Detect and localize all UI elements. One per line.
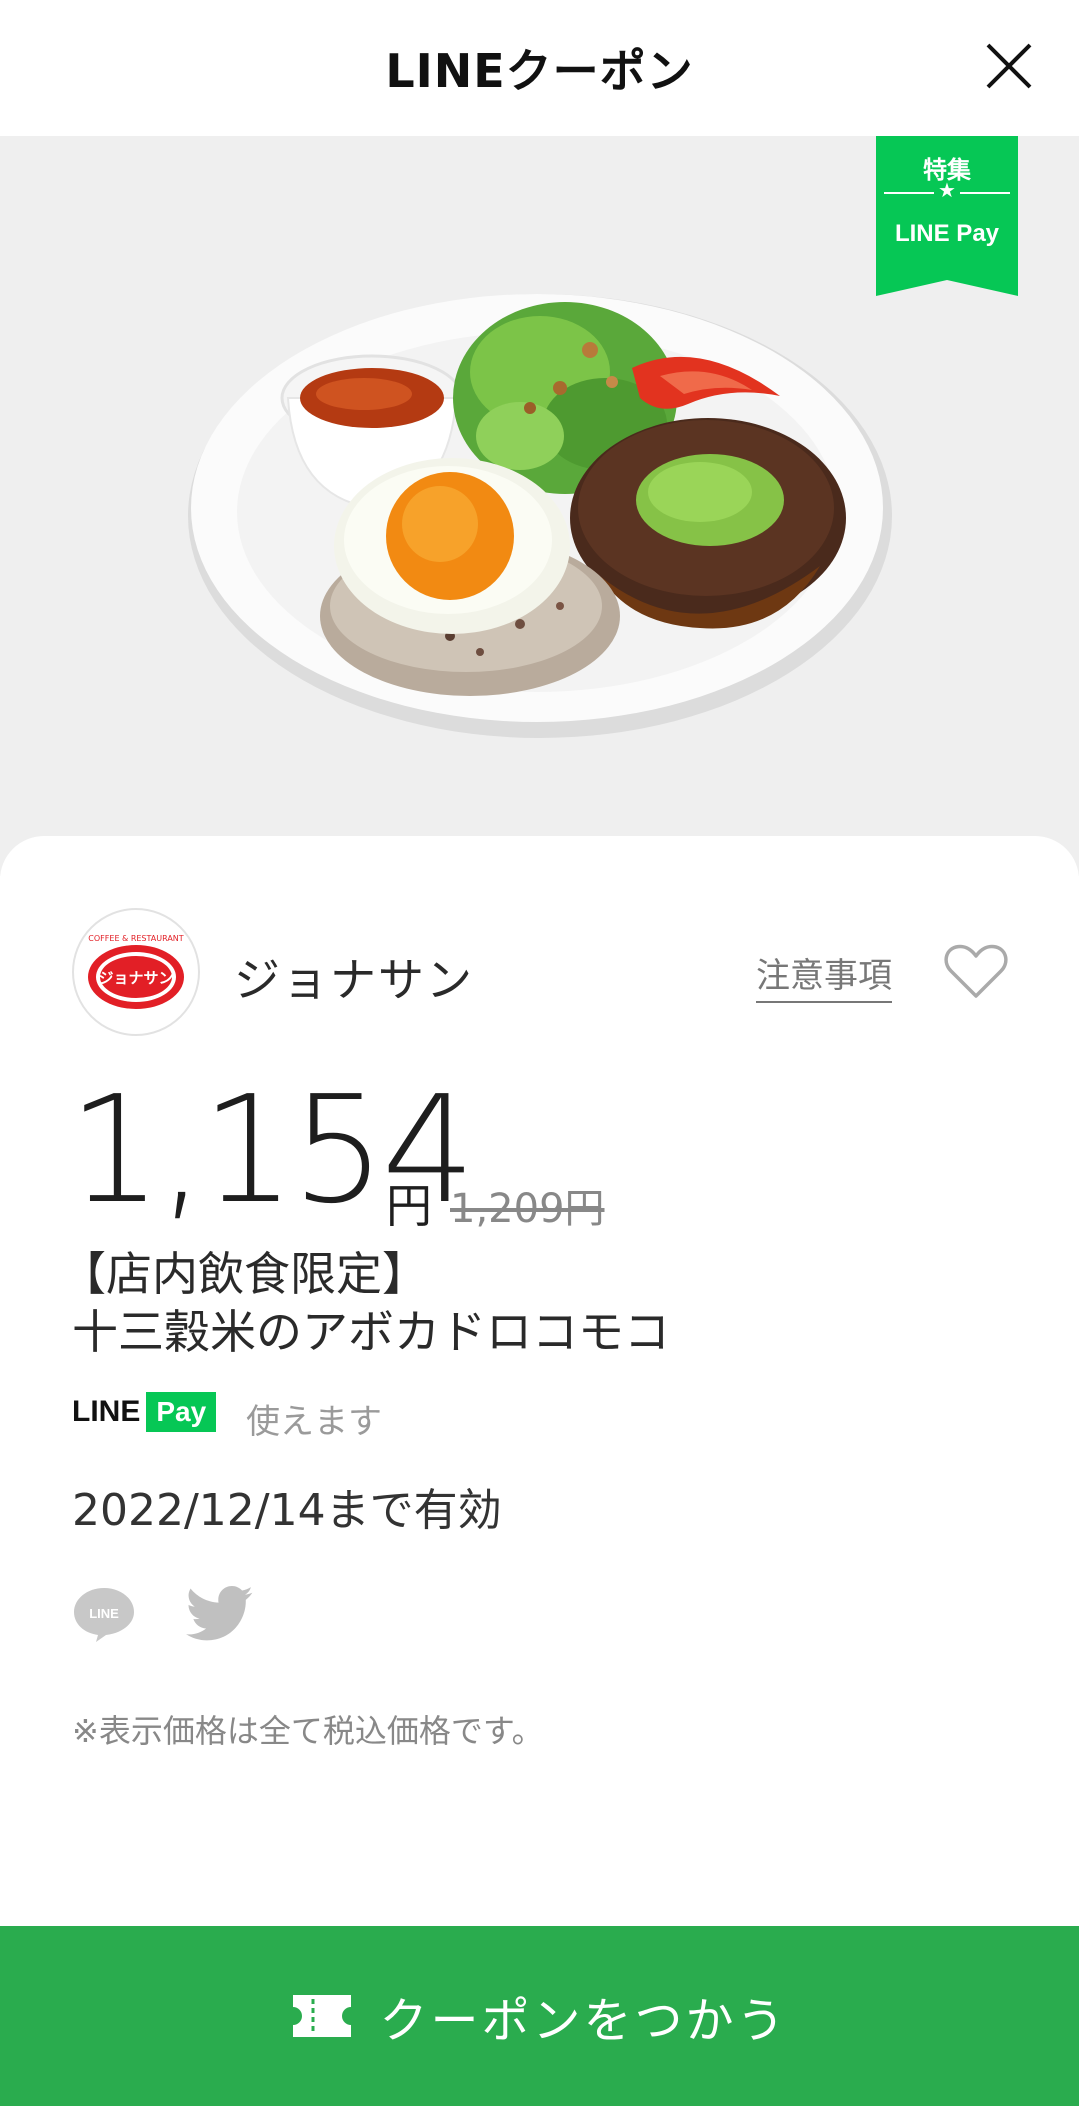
- brand-logo-text: ジョナサン: [98, 969, 173, 987]
- tax-note: ※表示価格は全て税込価格です。: [72, 1712, 544, 1750]
- badge-divider-right: [960, 192, 1010, 194]
- favorite-button[interactable]: [944, 942, 1008, 1000]
- header-bar: LINEクーポン: [0, 0, 1079, 136]
- original-price: 1,209円: [450, 1186, 605, 1232]
- line-pay-logo-pay: Pay: [146, 1392, 217, 1432]
- use-coupon-button[interactable]: クーポンをつかう: [0, 1926, 1079, 2106]
- ticket-icon: [293, 1995, 352, 2037]
- coupon-title-line1: 【店内飲食限定】: [60, 1247, 428, 1301]
- line-pay-logo-line: LINE: [72, 1395, 141, 1428]
- twitter-share-button[interactable]: [186, 1584, 254, 1644]
- badge-line-pay: LINE Pay: [894, 220, 1000, 247]
- price-unit: 円: [386, 1179, 432, 1233]
- line-share-icon: LINE: [74, 1588, 134, 1642]
- line-share-icon-text: LINE: [89, 1606, 119, 1621]
- jonathan-logo-icon: ジョナサン COFFEE & RESTAURANT: [84, 920, 188, 1024]
- header-title: LINEクーポン: [385, 44, 694, 98]
- brand-logo-ring-text: COFFEE & RESTAURANT: [88, 934, 183, 943]
- twitter-icon: [186, 1585, 253, 1641]
- coupon-detail-card: ジョナサン COFFEE & RESTAURANT ジョナサン 注意事項 1,1…: [0, 836, 1079, 1936]
- line-pay-logo: LINE Pay: [72, 1392, 217, 1432]
- heart-icon: [944, 944, 1008, 998]
- brand-logo[interactable]: ジョナサン COFFEE & RESTAURANT: [72, 908, 200, 1036]
- notice-link[interactable]: 注意事項: [756, 948, 892, 1003]
- coupon-hero-image: 特集 ★ LINE Pay: [0, 136, 1079, 876]
- close-button[interactable]: [979, 36, 1039, 96]
- payment-row: LINE Pay 使えます: [72, 1388, 672, 1442]
- payment-usable-text: 使えます: [246, 1402, 382, 1442]
- close-icon: [986, 43, 1032, 89]
- star-icon: ★: [938, 178, 956, 202]
- brand-row: ジョナサン COFFEE & RESTAURANT ジョナサン 注意事項: [72, 908, 1012, 1036]
- price-row: 1,154 円 1,209円: [68, 1070, 968, 1233]
- validity-date: 2022/12/14まで有効: [72, 1485, 502, 1536]
- use-coupon-label: クーポンをつかう: [379, 1993, 788, 2049]
- share-row: LINE: [72, 1580, 372, 1650]
- special-feature-badge: 特集 ★ LINE Pay: [876, 136, 1018, 296]
- line-share-button[interactable]: LINE: [72, 1584, 136, 1644]
- coupon-title-line2: 十三穀米のアボカドロコモコ: [72, 1305, 670, 1359]
- brand-name: ジョナサン: [234, 953, 474, 1007]
